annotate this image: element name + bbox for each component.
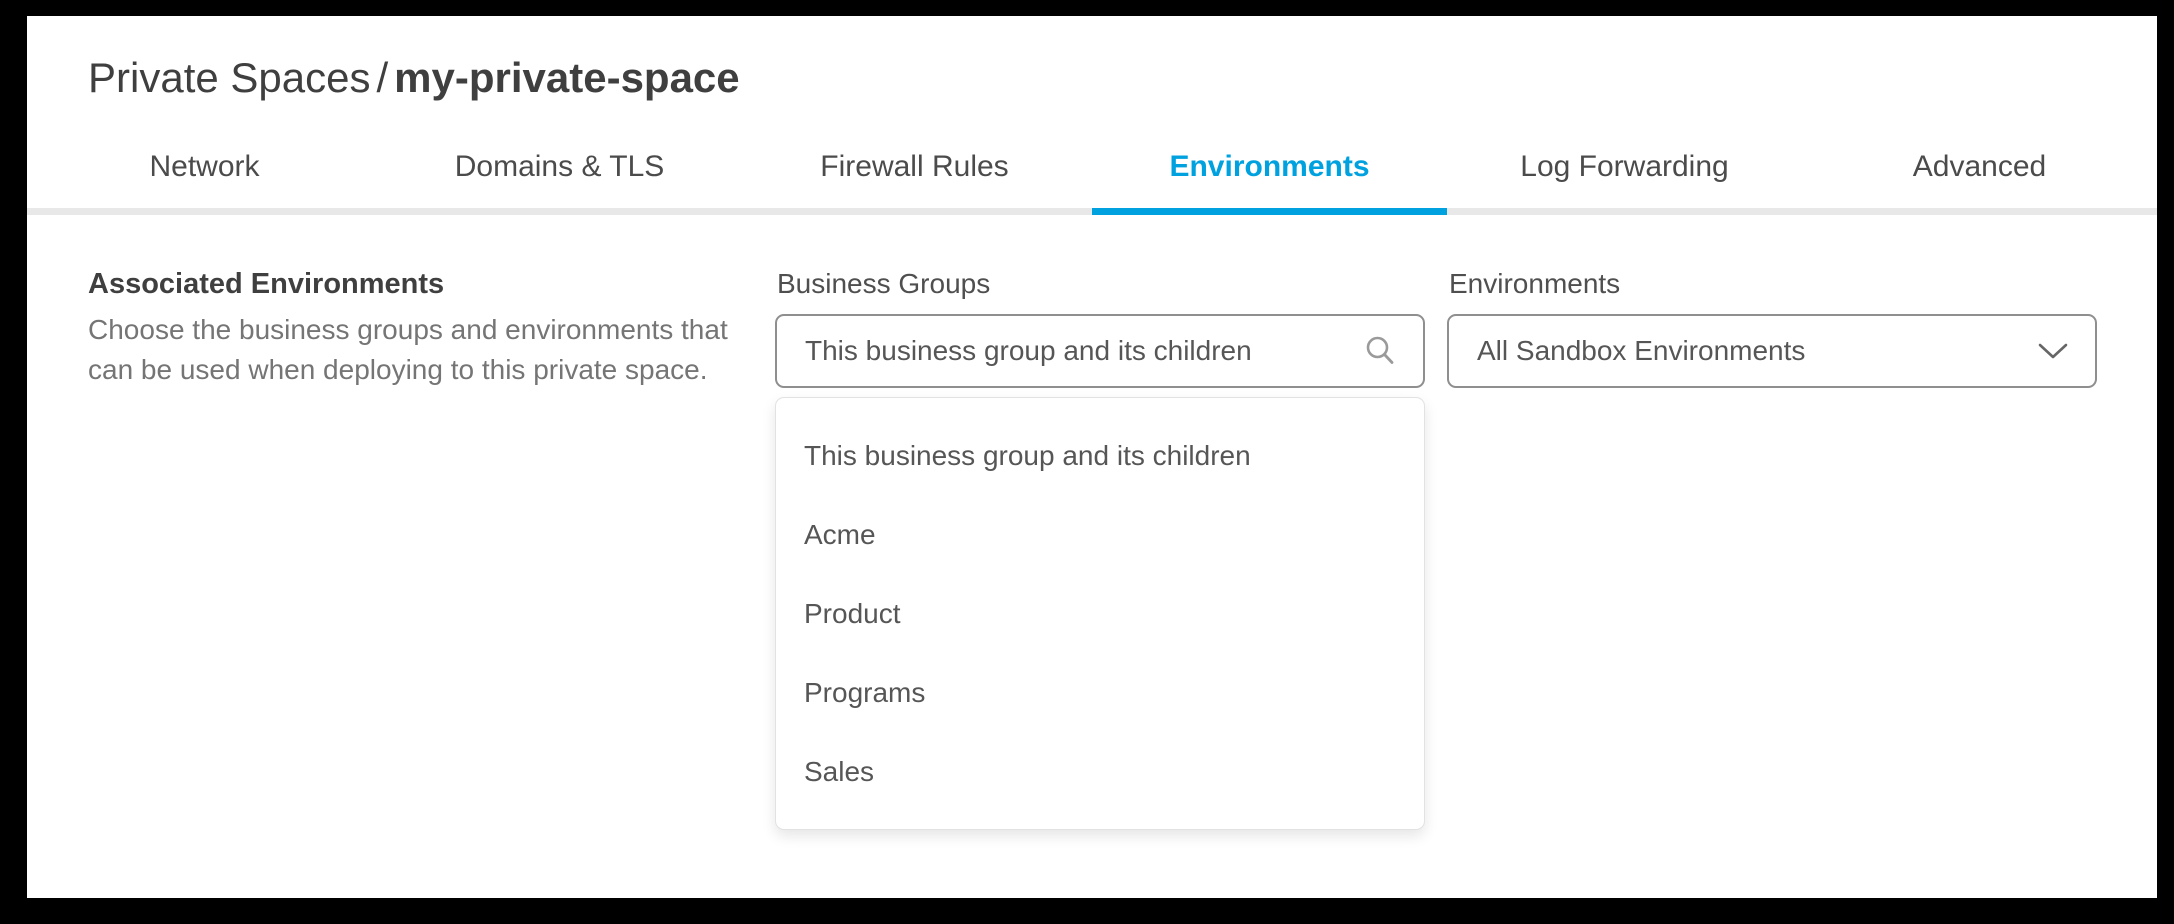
dropdown-option[interactable]: Programs (776, 653, 1424, 732)
environments-value: All Sandbox Environments (1477, 335, 2037, 367)
tab-environments[interactable]: Environments (1092, 150, 1447, 184)
tab-log-forwarding[interactable]: Log Forwarding (1447, 150, 1802, 184)
dropdown-option[interactable]: Acme (776, 495, 1424, 574)
chevron-down-icon (2037, 342, 2069, 360)
section-info: Associated Environments Choose the busin… (88, 268, 728, 390)
business-groups-dropdown: This business group and its childrenAcme… (775, 397, 1425, 830)
tab-firewall-rules[interactable]: Firewall Rules (737, 150, 1092, 184)
breadcrumb-separator: / (370, 54, 394, 101)
environments-field: Environments All Sandbox Environments (1447, 268, 2097, 388)
dropdown-option[interactable]: This business group and its children (776, 416, 1424, 495)
section-description: Choose the business groups and environme… (88, 310, 728, 390)
search-icon (1363, 334, 1397, 368)
environments-label: Environments (1449, 268, 2097, 300)
section-heading: Associated Environments (88, 268, 728, 300)
breadcrumb-private-spaces-link[interactable]: Private Spaces (88, 54, 370, 101)
page-title: my-private-space (394, 54, 740, 101)
private-space-settings-card: Private Spaces/my-private-space NetworkD… (27, 16, 2157, 898)
tab-network[interactable]: Network (27, 150, 382, 184)
tab-bar: NetworkDomains & TLSFirewall RulesEnviro… (27, 150, 2157, 184)
dropdown-option[interactable]: Product (776, 574, 1424, 653)
business-groups-field: Business Groups This business group and … (775, 268, 1425, 388)
business-groups-label: Business Groups (777, 268, 1425, 300)
screen: { "breadcrumb": { "root": "Private Space… (0, 0, 2174, 924)
breadcrumb: Private Spaces/my-private-space (88, 50, 740, 106)
tab-divider (27, 208, 2157, 215)
business-groups-search-input[interactable]: This business group and its children (775, 314, 1425, 388)
active-tab-indicator (1092, 208, 1447, 215)
tab-advanced[interactable]: Advanced (1802, 150, 2157, 184)
tab-domains-tls[interactable]: Domains & TLS (382, 150, 737, 184)
environments-select[interactable]: All Sandbox Environments (1447, 314, 2097, 388)
business-groups-value: This business group and its children (805, 335, 1363, 367)
dropdown-option[interactable]: Sales (776, 732, 1424, 811)
